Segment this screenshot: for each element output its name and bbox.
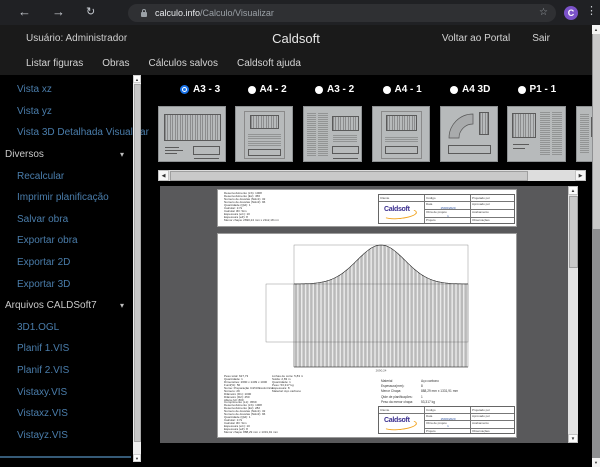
spec-right-column: Material Aço carbono Espessura(mm): 8 Me… [381, 379, 458, 405]
field-acabamento: Acabamento [471, 210, 516, 215]
scroll-up-icon[interactable]: ▲ [568, 186, 578, 195]
view-option[interactable]: A4 - 2 [248, 84, 316, 95]
sidebar-bottom-divider [0, 456, 131, 458]
nav-item[interactable]: Obras [102, 58, 129, 69]
app-header: Usuário: Administrador Caldsoft Voltar a… [0, 25, 592, 75]
radio-icon [383, 86, 391, 94]
sidebar-item[interactable]: Vista xz ▾ [0, 79, 132, 101]
thumbnail-a3-3[interactable] [158, 106, 226, 162]
sidebar-item[interactable]: Arquivos CALDSoft7 ▾ [0, 295, 132, 317]
star-icon[interactable]: ☆ [539, 7, 548, 18]
sair-link[interactable]: Sair [532, 33, 550, 44]
app-nav: Listar figuras Obras Cálculos salvos Caldso… [26, 58, 301, 69]
nav-item[interactable]: Listar figuras [26, 58, 83, 69]
sidebar-item[interactable]: Planif 1.VIS ▾ [0, 338, 132, 360]
h-scrollbar[interactable]: ◀ ▶ [158, 170, 586, 181]
chevron-down-icon: ▾ [120, 150, 124, 159]
scroll-right-icon[interactable]: ▶ [575, 170, 586, 181]
sidebar-item[interactable]: Exportar 3D ▾ [0, 273, 132, 295]
radio-icon [450, 86, 458, 94]
thumbnail-extra[interactable] [576, 106, 592, 162]
sidebar-item[interactable]: Diversos ▾ [0, 144, 132, 166]
sidebar-item[interactable]: Vistaxz.VIS ▾ [0, 403, 132, 425]
sidebar-item[interactable]: Recalcular ▾ [0, 165, 132, 187]
sidebar-item[interactable]: Planif 2.VIS ▾ [0, 360, 132, 382]
thumbnail-a4-3d[interactable] [440, 106, 498, 162]
field-observacoes: Observações [471, 218, 516, 223]
sidebar-item[interactable]: Exportar obra ▾ [0, 230, 132, 252]
page-scroll-thumb[interactable] [593, 34, 600, 229]
nav-item[interactable]: Cálculos salvos [148, 58, 217, 69]
chevron-down-icon: ▾ [120, 301, 124, 310]
spec-mid-column: Linhas de corte: 5,83 mSolda: 2,83 mQuan… [272, 375, 303, 393]
lock-icon [140, 8, 148, 17]
thumbnail-p1-1[interactable] [507, 106, 566, 162]
spec-text-block: Desenvolvimento (LS): 1008Desenvolviment… [224, 192, 279, 222]
avatar[interactable]: C [564, 6, 578, 20]
view-option[interactable]: A4 - 1 [383, 84, 451, 95]
back-icon[interactable]: ← [18, 3, 31, 21]
scroll-left-icon[interactable]: ◀ [158, 170, 169, 181]
browser-toolbar: ← → ↻ calculo.info/Calculo/Visualizar ☆ … [0, 0, 600, 25]
thumbnail-a3-2[interactable] [303, 106, 362, 162]
preview-scroll-thumb[interactable] [569, 196, 578, 268]
preview-page-1: Desenvolvimento (LS): 1008Desenvolviment… [217, 189, 517, 227]
view-option[interactable]: P1 - 1 [518, 84, 586, 95]
preview-v-scrollbar[interactable]: ▲ ▼ [568, 186, 578, 443]
field-projeto: Projeto [425, 218, 470, 223]
view-selector: A3 - 3 A4 - 2 A3 - 2 A4 - 1 A4 3D P1 - 1 [180, 84, 585, 95]
sidebar-item[interactable]: Vista 3D Detalhada Visualizar ▾ [0, 122, 132, 144]
radio-icon [180, 85, 189, 94]
view-option[interactable]: A4 3D [450, 84, 518, 95]
title-block: Cliente Código Projetado por Data 15/06/… [378, 194, 515, 224]
url-text: calculo.info/Calculo/Visualizar [155, 8, 274, 18]
scroll-up-icon[interactable]: ▲ [133, 75, 141, 83]
radio-icon [518, 86, 526, 94]
view-option[interactable]: A3 - 3 [180, 84, 248, 95]
scroll-up-icon[interactable]: ▲ [592, 25, 600, 34]
scroll-down-icon[interactable]: ▼ [568, 434, 578, 443]
thumbnail-a4-1[interactable] [372, 106, 430, 162]
page-scrollbar[interactable]: ▲ ▼ [592, 25, 600, 467]
preview-page-2: 2690,24 Peso total: 627,73Quantidade: 1D… [217, 233, 517, 438]
caldsoft-logo: Caldsoft [382, 415, 421, 432]
voltar-portal-link[interactable]: Voltar ao Portal [442, 33, 510, 44]
main-content: A3 - 3 A4 - 2 A3 - 2 A4 - 1 A4 3D P1 - 1 [148, 75, 592, 467]
field-aprovado: Aprovado por [471, 202, 516, 207]
sidebar-item[interactable]: Imprimir planificação ▾ [0, 187, 132, 209]
document-preview: Desenvolvimento (LS): 1008Desenvolviment… [160, 186, 578, 443]
sidebar-scrollbar[interactable]: ▲ ▼ [133, 75, 141, 462]
scroll-down-icon[interactable]: ▼ [592, 458, 600, 467]
thumbnail-a4-2[interactable] [235, 106, 293, 162]
view-option[interactable]: A3 - 2 [315, 84, 383, 95]
sidebar-item[interactable]: Exportar 2D ▾ [0, 252, 132, 274]
sidebar-scroll-thumb[interactable] [134, 84, 141, 442]
radio-icon [248, 86, 256, 94]
drawing-dimension-label: 2690,24 [376, 369, 387, 373]
spec-left-column: Peso total: 627,73Quantidade: 1Dimensões… [224, 375, 278, 434]
sidebar-item[interactable]: Salvar obra ▾ [0, 209, 132, 231]
menu-dots-icon[interactable]: ⋮ [586, 4, 597, 17]
field-codigo: Código [425, 195, 470, 200]
sidebar-item[interactable]: Vistaxy.VIS ▾ [0, 381, 132, 403]
forward-icon[interactable]: → [52, 3, 65, 21]
sidebar-item[interactable]: Vista yz ▾ [0, 101, 132, 123]
browser-window: ← → ↻ calculo.info/Calculo/Visualizar ☆ … [0, 0, 600, 467]
reload-icon[interactable]: ↻ [86, 3, 95, 21]
scroll-down-icon[interactable]: ▼ [133, 454, 141, 462]
radio-icon [315, 86, 323, 94]
title-block-bottom: Cliente Código Projetado por Data 15/06/… [378, 406, 515, 434]
sidebar-item[interactable]: Vistayz.VIS ▾ [0, 425, 132, 447]
sidebar-item[interactable]: 3D1.OGL ▾ [0, 317, 132, 339]
caldsoft-logo: Caldsoft [382, 204, 421, 221]
field-projetado: Projetado por [471, 195, 516, 200]
h-scroll-thumb[interactable] [170, 171, 528, 181]
sidebar: Vista xz ▾ Vista yz ▾ Vista 3D Detalhada… [0, 79, 132, 446]
field-cliente: Cliente [379, 195, 424, 200]
address-bar[interactable]: calculo.info/Calculo/Visualizar ☆ [128, 4, 556, 22]
nav-item[interactable]: Caldsoft ajuda [237, 58, 301, 69]
